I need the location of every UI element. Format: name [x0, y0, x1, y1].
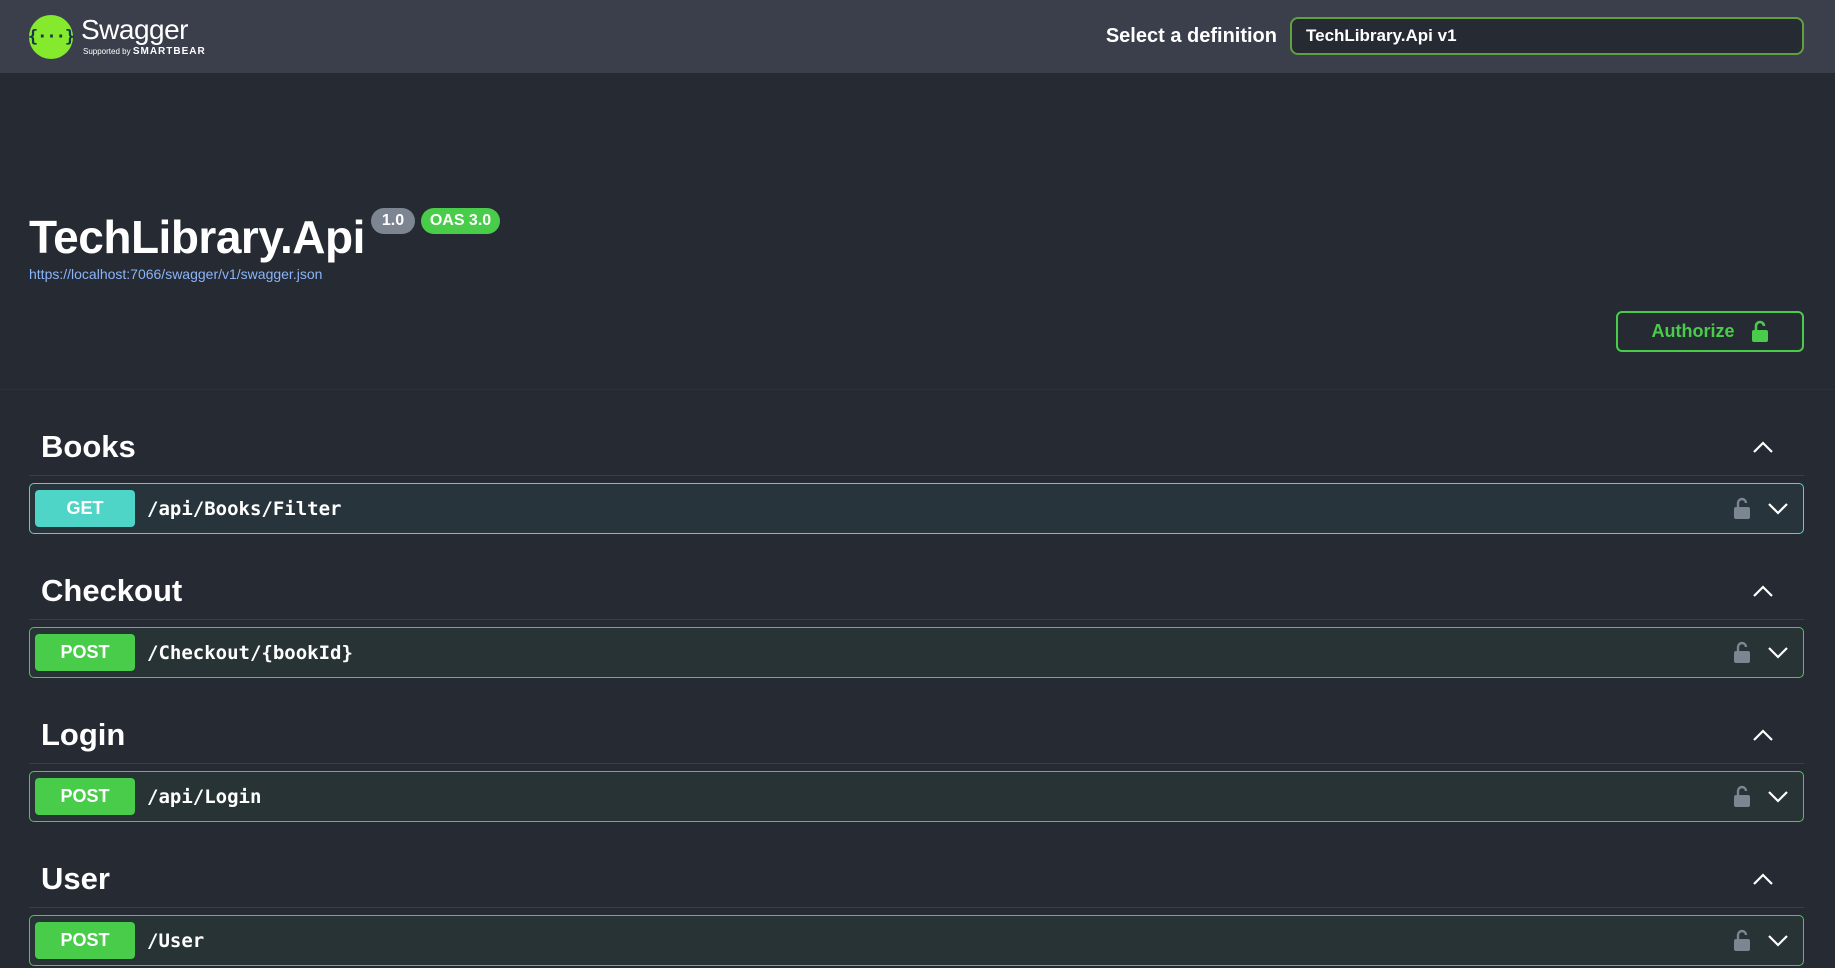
operations-list: Books GET /api/Books/Filter Checkout POS… [0, 390, 1835, 966]
chevron-down-icon[interactable] [1767, 646, 1789, 660]
operation-post-login[interactable]: POST /api/Login [29, 771, 1804, 822]
operation-path: /api/Books/Filter [147, 497, 342, 520]
operation-path: /User [147, 929, 205, 952]
tag-name: Login [41, 716, 126, 752]
chevron-up-icon[interactable] [1752, 728, 1774, 742]
swagger-brand[interactable]: {···} Swagger Supported by SMARTBEAR [28, 14, 206, 59]
tag-name: Books [41, 428, 136, 464]
tag-section-checkout: Checkout POST /Checkout/{bookId} [0, 534, 1835, 678]
tag-section-user: User POST /User [0, 822, 1835, 966]
tag-header-books[interactable]: Books [29, 390, 1804, 476]
unlocked-lock-icon [1751, 320, 1769, 343]
method-badge-get: GET [35, 490, 135, 527]
operation-path: /Checkout/{bookId} [147, 641, 353, 664]
brand-sub-company: SMARTBEAR [132, 46, 206, 57]
method-badge-post: POST [35, 778, 135, 815]
operation-post-checkout[interactable]: POST /Checkout/{bookId} [29, 627, 1804, 678]
tag-name: Checkout [41, 572, 183, 608]
unlocked-lock-icon[interactable] [1733, 929, 1751, 952]
brand-name: Swagger [81, 14, 189, 45]
definition-select[interactable]: TechLibrary.Api v1 [1290, 17, 1804, 55]
authorize-label: Authorize [1651, 321, 1735, 341]
chevron-up-icon[interactable] [1752, 584, 1774, 598]
brand-sub: Supported by SMARTBEAR [83, 47, 206, 57]
operation-actions [1733, 484, 1789, 533]
tag-header-user[interactable]: User [29, 822, 1804, 908]
operation-actions [1733, 628, 1789, 677]
unlocked-lock-icon[interactable] [1733, 641, 1751, 664]
method-badge-post: POST [35, 922, 135, 959]
tag-section-books: Books GET /api/Books/Filter [0, 390, 1835, 534]
unlocked-lock-icon[interactable] [1733, 497, 1751, 520]
spec-url-link[interactable]: https://localhost:7066/swagger/v1/swagge… [29, 266, 322, 282]
definition-label: Select a definition [1105, 24, 1277, 47]
operation-actions [1733, 772, 1789, 821]
chevron-down-icon[interactable] [1767, 934, 1789, 948]
tag-section-login: Login POST /api/Login [0, 678, 1835, 822]
tag-header-login[interactable]: Login [29, 678, 1804, 764]
topbar: {···} Swagger Supported by SMARTBEAR Sel… [0, 0, 1835, 73]
chevron-up-icon[interactable] [1752, 872, 1774, 886]
unlocked-lock-icon[interactable] [1733, 785, 1751, 808]
definition-selector: Select a definition TechLibrary.Api v1 [1106, 17, 1804, 55]
chevron-up-icon[interactable] [1752, 440, 1774, 454]
oas-badge: OAS 3.0 [421, 208, 500, 234]
operation-get-books-filter[interactable]: GET /api/Books/Filter [29, 483, 1804, 534]
brand-sub-prefix: Supported by [83, 47, 131, 56]
method-badge-post: POST [35, 634, 135, 671]
api-title: TechLibrary.Api [29, 211, 365, 263]
version-badge: 1.0 [371, 208, 415, 234]
operation-actions [1733, 916, 1789, 965]
tag-name: User [41, 860, 110, 896]
swagger-logo-icon: {···} [28, 14, 75, 59]
operation-path: /api/Login [147, 785, 262, 808]
authorize-button[interactable]: Authorize [1616, 311, 1804, 352]
operation-post-user[interactable]: POST /User [29, 915, 1804, 966]
chevron-down-icon[interactable] [1767, 502, 1789, 516]
chevron-down-icon[interactable] [1767, 790, 1789, 804]
brand-text: Swagger Supported by SMARTBEAR [81, 16, 206, 57]
api-info: TechLibrary.Api 1.0 OAS 3.0 https://loca… [0, 73, 1835, 390]
tag-header-checkout[interactable]: Checkout [29, 534, 1804, 620]
